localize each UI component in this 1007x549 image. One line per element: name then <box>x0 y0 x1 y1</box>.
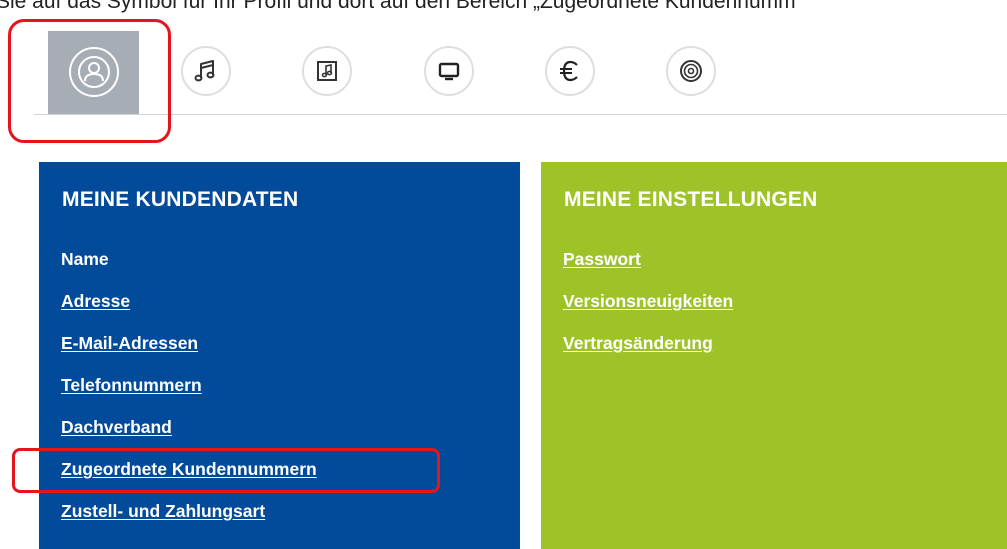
monitor-icon[interactable] <box>424 46 474 96</box>
profile-icon <box>69 47 119 97</box>
umbrella-association-link[interactable]: Dachverband <box>61 417 172 437</box>
disc-icon[interactable] <box>666 46 716 96</box>
settings-list: Passwort Versionsneuigkeiten Vertragsänd… <box>563 248 733 374</box>
address-link[interactable]: Adresse <box>61 291 130 311</box>
list-item: Vertragsänderung <box>563 332 733 374</box>
phone-numbers-link[interactable]: Telefonnummern <box>61 375 202 395</box>
settings-title: MEINE EINSTELLUNGEN <box>564 188 818 211</box>
list-item: Passwort <box>563 248 733 290</box>
customer-data-title: MEINE KUNDENDATEN <box>62 188 299 211</box>
settings-panel: MEINE EINSTELLUNGEN Passwort Versionsneu… <box>541 162 1007 549</box>
list-item: Adresse <box>61 290 317 332</box>
name-label: Name <box>61 249 109 269</box>
password-link[interactable]: Passwort <box>563 249 641 269</box>
delivery-payment-method-link[interactable]: Zustell- und Zahlungsart <box>61 501 265 521</box>
profile-tab[interactable] <box>48 31 139 114</box>
instruction-text: Sie auf das Symbol für Ihr Profil und do… <box>0 0 796 13</box>
assigned-customer-numbers-link[interactable]: Zugeordnete Kundennummern <box>61 459 317 479</box>
music-note-icon[interactable] <box>181 46 231 96</box>
euro-icon[interactable] <box>545 46 595 96</box>
list-item: Zustell- und Zahlungsart <box>61 500 317 542</box>
list-item: Zugeordnete Kundennummern <box>61 458 317 500</box>
icon-bar-divider <box>34 114 1007 115</box>
list-item: Name <box>61 248 317 290</box>
list-item: Versionsneuigkeiten <box>563 290 733 332</box>
customer-data-list: Name Adresse E-Mail-Adressen Telefonnumm… <box>61 248 317 542</box>
list-item: Telefonnummern <box>61 374 317 416</box>
list-item: E-Mail-Adressen <box>61 332 317 374</box>
email-addresses-link[interactable]: E-Mail-Adressen <box>61 333 198 353</box>
version-news-link[interactable]: Versionsneuigkeiten <box>563 291 733 311</box>
list-item: Dachverband <box>61 416 317 458</box>
customer-data-panel: MEINE KUNDENDATEN Name Adresse E-Mail-Ad… <box>39 162 520 549</box>
music-sheet-icon[interactable] <box>302 46 352 96</box>
contract-change-link[interactable]: Vertragsänderung <box>563 333 713 353</box>
